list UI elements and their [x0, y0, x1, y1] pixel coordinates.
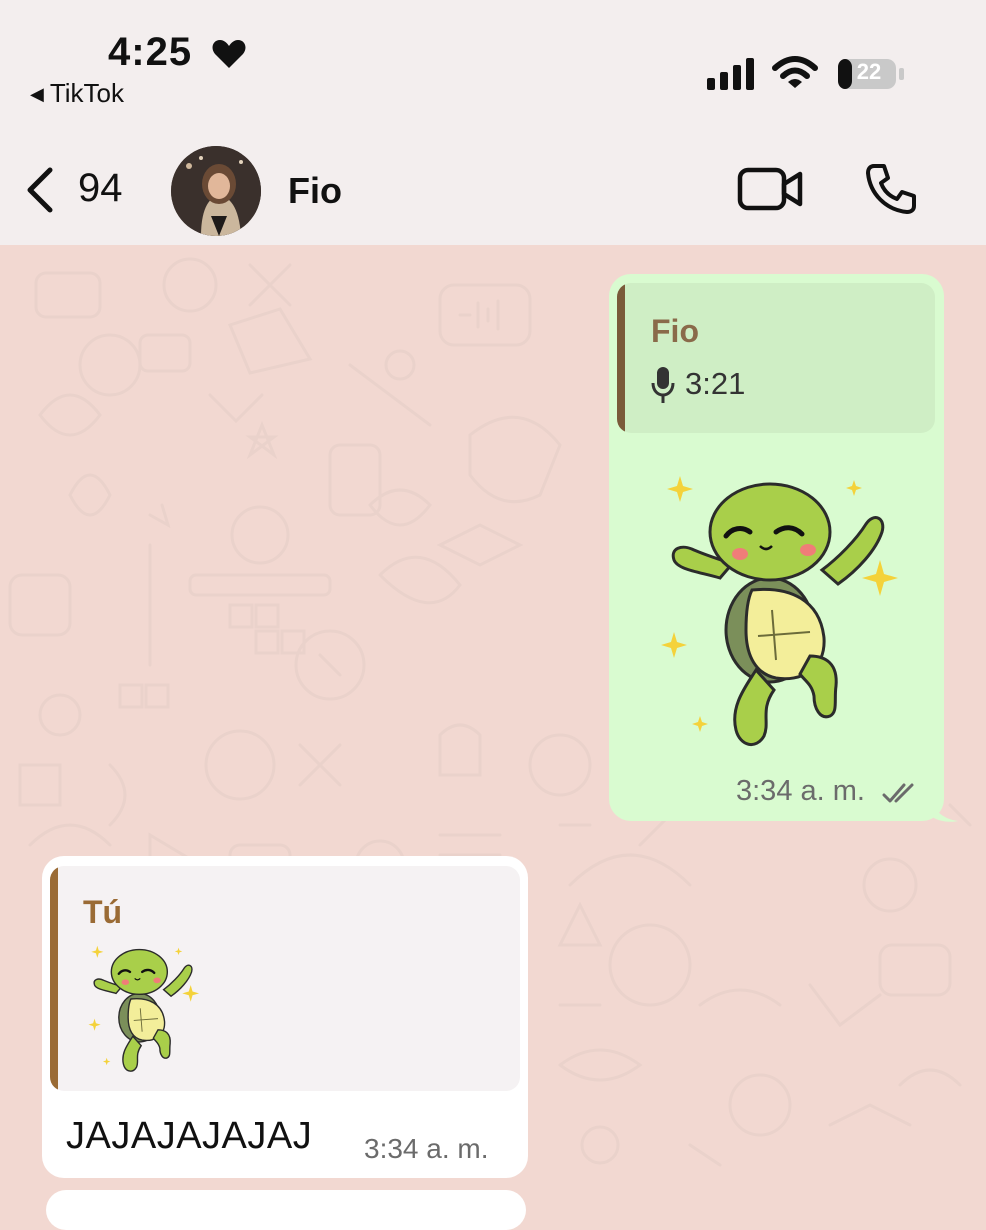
cellular-signal-icon	[707, 58, 754, 90]
wifi-icon	[772, 56, 818, 88]
quoted-turtle-sticker-thumbnail	[88, 944, 200, 1073]
message-text: JAJAJAJAJAJ	[66, 1115, 313, 1157]
double-check-icon	[882, 783, 914, 803]
quote-accent-bar	[617, 283, 625, 433]
quote-accent-bar	[50, 866, 58, 1091]
next-message-bubble[interactable]	[46, 1190, 526, 1230]
message-timestamp: 3:34 a. m.	[736, 775, 865, 807]
video-call-icon[interactable]	[737, 166, 803, 212]
back-to-app-link[interactable]: ◀ TikTok	[30, 78, 124, 109]
turtle-sticker[interactable]	[660, 460, 900, 750]
phone-call-icon[interactable]	[864, 162, 918, 216]
chevron-left-icon[interactable]	[22, 166, 58, 214]
avatar[interactable]	[171, 146, 261, 236]
contact-name[interactable]: Fio	[288, 170, 342, 212]
quoted-voice-message[interactable]: Fio 3:21	[617, 283, 935, 433]
back-app-label: TikTok	[49, 78, 124, 108]
message-timestamp: 3:34 a. m.	[364, 1133, 489, 1164]
battery-level: 22	[856, 59, 882, 84]
microphone-icon	[651, 367, 675, 403]
quote-author: Fio	[651, 313, 699, 349]
back-triangle-icon: ◀	[30, 84, 44, 104]
quote-author: Tú	[83, 894, 123, 930]
bubble-tail	[930, 795, 958, 822]
voice-duration: 3:21	[685, 366, 746, 401]
unread-count[interactable]: 94	[78, 166, 123, 211]
status-time: 4:25	[108, 30, 193, 74]
heart-icon	[212, 40, 246, 68]
